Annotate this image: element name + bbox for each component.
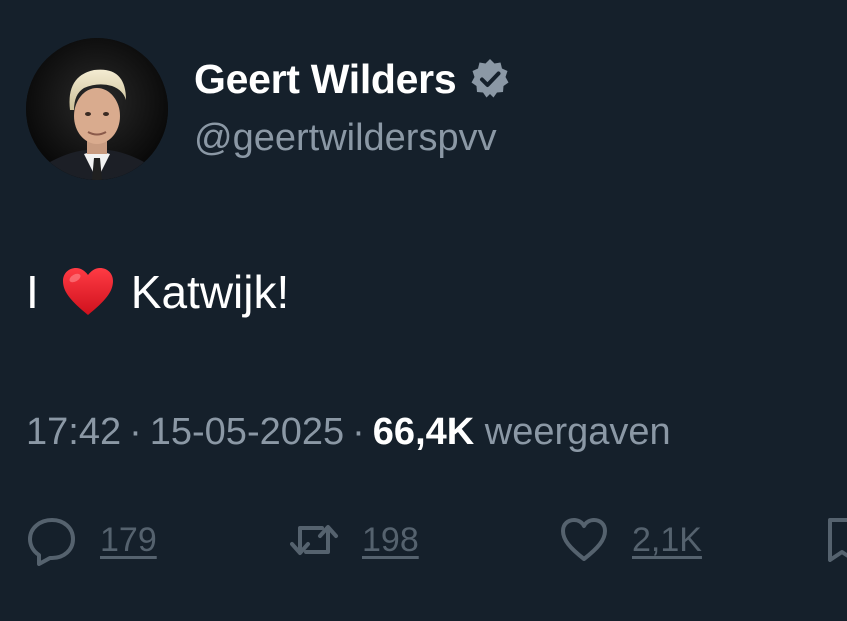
views-count: 66,4K — [372, 411, 475, 453]
repost-count: 198 — [362, 520, 419, 559]
red-heart-emoji-icon — [59, 263, 117, 321]
tweet-text: I Katwijk! — [26, 262, 289, 322]
author-row: Geert Wilders — [194, 55, 512, 103]
tweet-date[interactable]: 15-05-2025 — [150, 411, 344, 453]
verified-badge-icon[interactable] — [468, 57, 512, 101]
like-button[interactable]: 2,1K — [558, 510, 702, 570]
author-handle[interactable]: @geertwilderspvv — [194, 117, 497, 160]
repost-button[interactable]: 198 — [288, 510, 419, 570]
repost-icon — [290, 525, 338, 555]
tweet-time[interactable]: 17:42 — [26, 411, 121, 453]
tweet-text-before: I — [26, 266, 39, 318]
bookmark-button[interactable] — [824, 510, 847, 570]
reply-count: 179 — [100, 520, 157, 559]
tweet-actions: 179 198 2,1K — [26, 510, 847, 570]
reply-icon — [28, 518, 75, 566]
tweet-meta: 17:42 · 15-05-2025 · 66,4K weergaven — [26, 411, 671, 454]
like-count: 2,1K — [632, 520, 702, 559]
reply-button[interactable]: 179 — [26, 510, 157, 570]
profile-photo — [26, 38, 168, 180]
bookmark-icon — [828, 518, 847, 562]
meta-separator: · — [352, 411, 365, 453]
views-label: weergaven — [484, 411, 671, 453]
tweet-text-after: Katwijk! — [130, 266, 290, 318]
meta-separator: · — [129, 411, 142, 453]
author-display-name[interactable]: Geert Wilders — [194, 56, 457, 103]
avatar[interactable] — [26, 38, 168, 180]
heart-icon — [561, 518, 607, 561]
